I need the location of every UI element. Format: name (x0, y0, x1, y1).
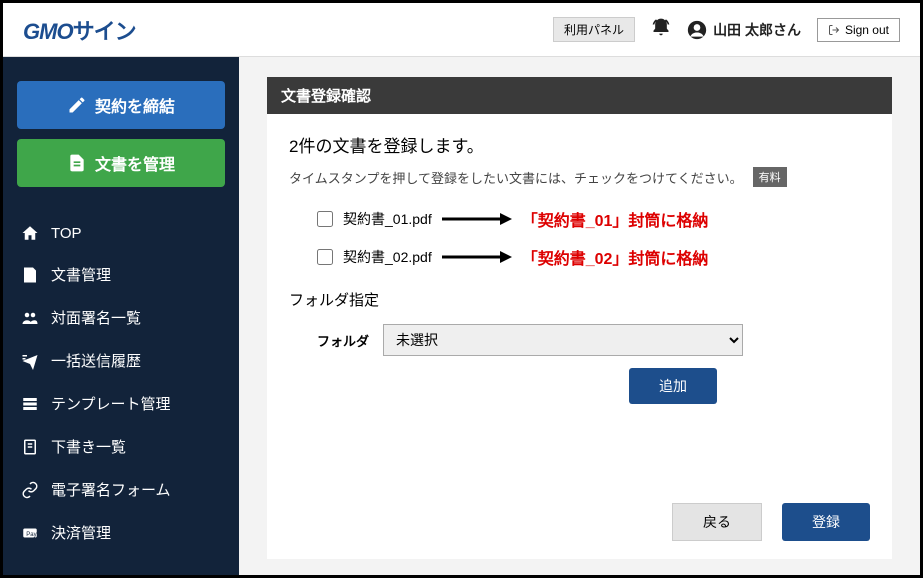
conclude-contract-button[interactable]: 契約を締結 (17, 81, 225, 129)
file-name: 契約書_02.pdf (343, 247, 432, 267)
signout-button[interactable]: Sign out (817, 18, 900, 42)
folder-select[interactable]: 未選択 (383, 324, 743, 356)
register-button[interactable]: 登録 (782, 503, 870, 541)
pay-icon: Pay (21, 524, 39, 542)
file-row: 契約書_02.pdf 「契約書_02」封筒に格納 (317, 245, 870, 269)
alarm-icon[interactable] (651, 17, 671, 42)
doc-list-icon (21, 266, 39, 284)
nav-item-templates[interactable]: テンプレート管理 (17, 384, 225, 423)
folder-section-title: フォルダ指定 (289, 289, 870, 310)
add-folder-button[interactable]: 追加 (629, 368, 717, 404)
user-name: 山田 太郎さん (713, 20, 801, 40)
pen-icon (67, 95, 87, 115)
register-heading: 2件の文書を登録します。 (289, 132, 870, 157)
nav-item-payment[interactable]: Pay 決済管理 (17, 513, 225, 552)
file-checkbox-1[interactable] (317, 211, 333, 227)
logo-sign: サイン (73, 19, 136, 44)
paid-badge: 有料 (753, 167, 787, 187)
user-chip[interactable]: 山田 太郎さん (687, 20, 801, 40)
arrow-icon (442, 213, 512, 225)
arrow-icon (442, 251, 512, 263)
nav-item-esign-form[interactable]: 電子署名フォーム (17, 470, 225, 509)
file-row: 契約書_01.pdf 「契約書_01」封筒に格納 (317, 207, 870, 231)
storage-icon (21, 395, 39, 413)
sidebar: 契約を締結 文書を管理 TOP 文書管理 対面署名一覧 一括送信履歴 (3, 57, 239, 575)
nav-item-drafts[interactable]: 下書き一覧 (17, 427, 225, 466)
signout-icon (828, 24, 840, 36)
section-title: 文書登録確認 (267, 77, 892, 114)
nav-list: TOP 文書管理 対面署名一覧 一括送信履歴 テンプレート管理 下書き一覧 (17, 215, 225, 552)
annotation-text: 「契約書_01」封筒に格納 (522, 207, 709, 231)
link-icon (21, 481, 39, 499)
logo: GMOサイン (23, 14, 136, 46)
logo-gmo: GMO (23, 19, 73, 44)
app-header: GMOサイン 利用パネル 山田 太郎さん Sign out (3, 3, 920, 57)
back-button[interactable]: 戻る (672, 503, 762, 541)
main-content: 文書登録確認 2件の文書を登録します。 タイムスタンプを押して登録をしたい文書に… (239, 57, 920, 575)
home-icon (21, 224, 39, 242)
svg-text:Pay: Pay (26, 532, 36, 538)
footer-buttons: 戻る 登録 (289, 493, 870, 541)
folder-label: フォルダ (317, 331, 369, 350)
file-checkbox-2[interactable] (317, 249, 333, 265)
document-icon (67, 153, 87, 173)
send-icon (21, 352, 39, 370)
file-name: 契約書_01.pdf (343, 209, 432, 229)
nav-item-top[interactable]: TOP (17, 215, 225, 251)
file-list: 契約書_01.pdf 「契約書_01」封筒に格納 契約書_02.pdf 「契約書… (317, 207, 870, 269)
register-description: タイムスタンプを押して登録をしたい文書には、チェックをつけてください。 有料 (289, 167, 870, 187)
draft-icon (21, 438, 39, 456)
people-icon (21, 309, 39, 327)
annotation-text: 「契約書_02」封筒に格納 (522, 245, 709, 269)
user-avatar-icon (687, 20, 707, 40)
nav-item-inperson[interactable]: 対面署名一覧 (17, 298, 225, 337)
manage-documents-button[interactable]: 文書を管理 (17, 139, 225, 187)
nav-item-documents[interactable]: 文書管理 (17, 255, 225, 294)
folder-section: フォルダ指定 フォルダ 未選択 追加 (289, 289, 870, 404)
register-panel: 2件の文書を登録します。 タイムスタンプを押して登録をしたい文書には、チェックを… (267, 114, 892, 559)
usage-panel-button[interactable]: 利用パネル (553, 17, 635, 42)
nav-item-bulk[interactable]: 一括送信履歴 (17, 341, 225, 380)
